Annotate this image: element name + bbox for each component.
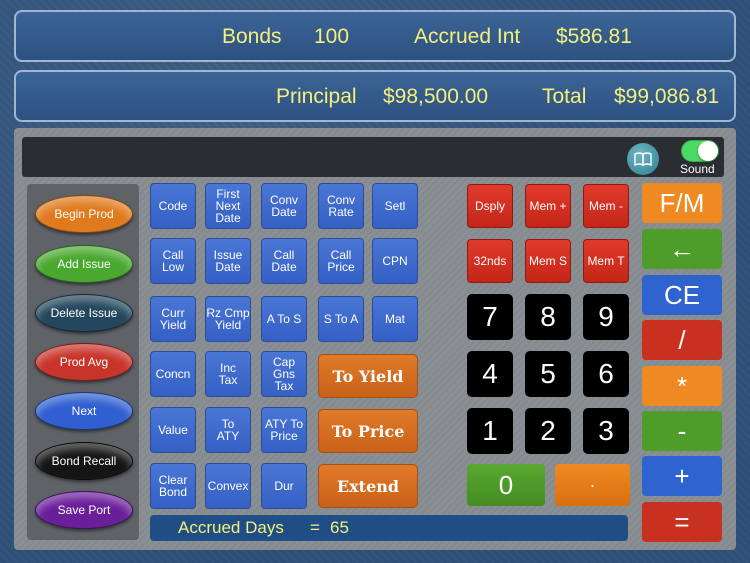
a-to-s-key[interactable]: A To S [261, 296, 307, 342]
toggle-knob [698, 141, 718, 161]
next-button[interactable]: Next [35, 392, 133, 430]
bonds-value: 100 [314, 25, 350, 48]
accrued-int-label: Accrued Int [414, 25, 521, 48]
delete-issue-button[interactable]: Delete Issue [35, 294, 133, 332]
cpn-key[interactable]: CPN [372, 238, 418, 284]
code-key[interactable]: Code [150, 183, 196, 229]
plus-key[interactable]: + [642, 456, 722, 496]
accrued-int-value: $586.81 [556, 25, 632, 48]
multiply-key[interactable]: * [642, 366, 722, 406]
digit-2-key[interactable]: 2 [525, 408, 571, 454]
ce-key[interactable]: CE [642, 275, 722, 315]
digit-8-key[interactable]: 8 [525, 294, 571, 340]
cap-gns-tax-key[interactable]: Cap Gns Tax [261, 351, 307, 397]
dur-key[interactable]: Dur [261, 463, 307, 509]
to-yield-button[interactable]: To Yield [318, 354, 418, 398]
digit-1-key[interactable]: 1 [467, 408, 513, 454]
mem-plus-key[interactable]: Mem + [525, 184, 571, 228]
aty-to-price-key[interactable]: ATY To Price [261, 407, 307, 453]
fm-key[interactable]: F/M [642, 183, 722, 223]
digit-7-key[interactable]: 7 [467, 294, 513, 340]
call-low-key[interactable]: Call Low [150, 238, 196, 284]
accrued-days-bar: Accrued Days = 65 [150, 515, 628, 541]
to-aty-key[interactable]: To ATY [205, 407, 251, 453]
divide-key[interactable]: / [642, 320, 722, 360]
32nds-key[interactable]: 32nds [467, 239, 513, 283]
accrued-days-label: Accrued Days [178, 518, 284, 537]
calculator-display [22, 137, 724, 177]
principal-label: Principal [276, 85, 357, 108]
totals-bar: Principal $98,500.00 Total $99,086.81 [14, 70, 736, 122]
decimal-key[interactable]: · [555, 464, 630, 506]
setl-key[interactable]: Setl [372, 183, 418, 229]
digit-9-key[interactable]: 9 [583, 294, 629, 340]
call-price-key[interactable]: Call Price [318, 238, 364, 284]
add-issue-button[interactable]: Add Issue [35, 245, 133, 283]
accrued-days-value: 65 [330, 518, 349, 537]
digit-5-key[interactable]: 5 [525, 351, 571, 397]
call-date-key[interactable]: Call Date [261, 238, 307, 284]
mem-t-key[interactable]: Mem T [583, 239, 629, 283]
s-to-a-key[interactable]: S To A [318, 296, 364, 342]
mat-key[interactable]: Mat [372, 296, 418, 342]
prod-avg-button[interactable]: Prod Avg [35, 343, 133, 381]
sound-toggle[interactable] [681, 140, 719, 162]
convex-key[interactable]: Convex [205, 463, 251, 509]
book-icon[interactable] [627, 143, 659, 175]
concn-key[interactable]: Concn [150, 351, 196, 397]
curr-yield-key[interactable]: Curr Yield [150, 296, 196, 342]
digit-0-key[interactable]: 0 [467, 464, 545, 506]
minus-key[interactable]: - [642, 411, 722, 451]
principal-value: $98,500.00 [383, 85, 489, 108]
to-price-button[interactable]: To Price [318, 409, 418, 453]
begin-prod-button[interactable]: Begin Prod [35, 195, 133, 233]
first-next-date-key[interactable]: First Next Date [205, 183, 251, 229]
bonds-label: Bonds [222, 25, 282, 48]
conv-date-key[interactable]: Conv Date [261, 183, 307, 229]
extend-button[interactable]: Extend [318, 464, 418, 508]
rz-cmp-yield-key[interactable]: Rz Cmp Yield [205, 296, 251, 342]
dsply-key[interactable]: Dsply [467, 184, 513, 228]
issue-date-key[interactable]: Issue Date [205, 238, 251, 284]
bonds-summary-bar: Bonds 100 Accrued Int $586.81 [14, 10, 736, 62]
equals-key[interactable]: = [642, 502, 722, 542]
total-label: Total [542, 85, 587, 108]
backspace-key[interactable]: ← [642, 229, 722, 269]
sound-label: Sound [680, 162, 715, 176]
save-port-button[interactable]: Save Port [35, 491, 133, 529]
bond-recall-button[interactable]: Bond Recall [35, 442, 133, 480]
mem-minus-key[interactable]: Mem - [583, 184, 629, 228]
value-key[interactable]: Value [150, 407, 196, 453]
digit-4-key[interactable]: 4 [467, 351, 513, 397]
conv-rate-key[interactable]: Conv Rate [318, 183, 364, 229]
accrued-days-equals: = [310, 518, 320, 537]
digit-3-key[interactable]: 3 [583, 408, 629, 454]
total-value: $99,086.81 [614, 85, 720, 108]
clear-bond-key[interactable]: Clear Bond [150, 463, 196, 509]
inc-tax-key[interactable]: Inc Tax [205, 351, 251, 397]
mem-s-key[interactable]: Mem S [525, 239, 571, 283]
digit-6-key[interactable]: 6 [583, 351, 629, 397]
